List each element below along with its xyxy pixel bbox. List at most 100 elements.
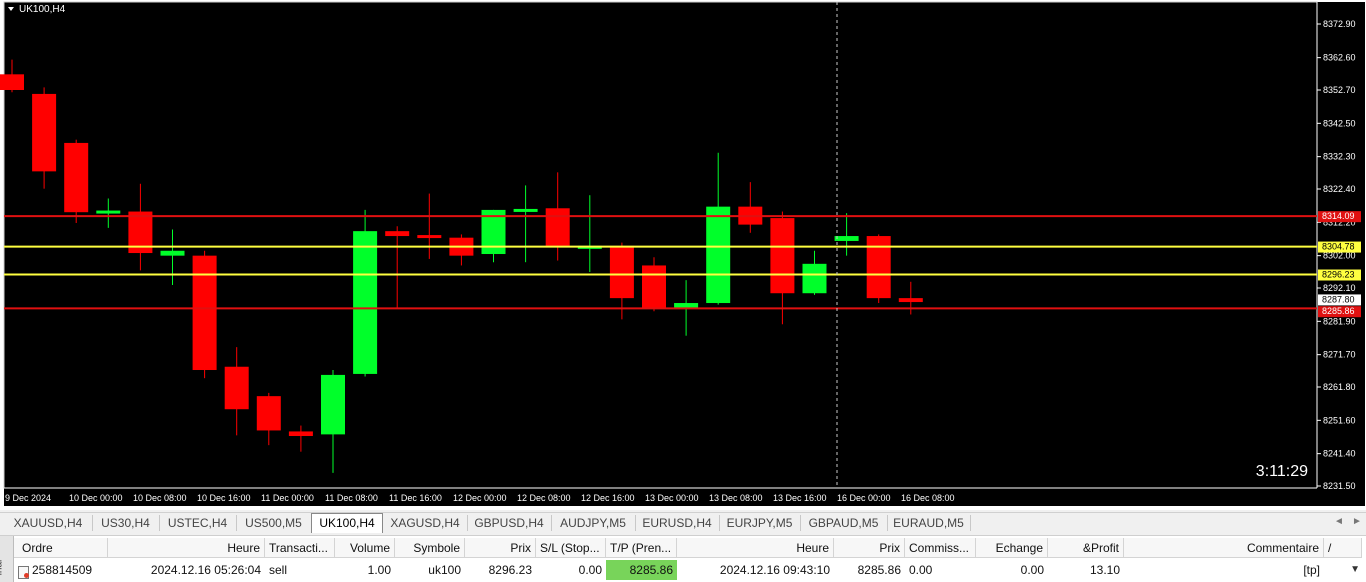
table-cell: 0.00 xyxy=(909,563,933,577)
bear-candle[interactable] xyxy=(64,142,89,213)
time-tick-label: 10 Dec 00:00 xyxy=(69,493,123,503)
level-tag-label: 8296.23 xyxy=(1322,270,1355,280)
bear-candle[interactable] xyxy=(192,255,217,371)
price-tick-label: 8281.90 xyxy=(1323,316,1356,326)
bear-candle[interactable] xyxy=(545,208,570,246)
bull-candle[interactable] xyxy=(674,303,699,308)
table-cell: sell xyxy=(269,563,288,577)
bear-candle[interactable] xyxy=(385,231,410,237)
tab-eurjpy-m5[interactable]: EURJPY,M5 xyxy=(719,515,801,531)
scroll-down-icon[interactable]: ▼ xyxy=(1350,564,1360,575)
tab-audjpy-m5[interactable]: AUDJPY,M5 xyxy=(551,515,636,531)
column-header[interactable]: Prix xyxy=(465,538,536,558)
price-tick-label: 8332.30 xyxy=(1323,152,1356,162)
table-cell: 0.00 xyxy=(1020,563,1044,577)
column-header[interactable]: Heure xyxy=(108,538,265,558)
column-header[interactable]: Symbole xyxy=(395,538,465,558)
bear-candle[interactable] xyxy=(32,93,57,172)
column-header[interactable]: S/L (Stop... xyxy=(536,538,606,558)
tab-xauusd-h4[interactable]: XAUUSD,H4 xyxy=(4,515,93,531)
chart-area[interactable]: 8372.90 8362.60 8352.70 8342.50 8332.30 8322.… xyxy=(0,0,1366,510)
bull-candle[interactable] xyxy=(353,231,378,374)
table-cell: 1.00 xyxy=(367,563,391,577)
tab-us500-m5[interactable]: US500,M5 xyxy=(236,515,312,531)
tab-uk100-h4[interactable]: UK100,H4 xyxy=(311,513,383,533)
bear-candle[interactable] xyxy=(0,74,24,90)
column-header[interactable]: Echange xyxy=(976,538,1048,558)
column-header[interactable]: Prix xyxy=(834,538,905,558)
time-tick-label: 11 Dec 16:00 xyxy=(389,493,442,503)
column-header[interactable]: &Profit xyxy=(1048,538,1124,558)
bull-candle[interactable] xyxy=(160,250,185,256)
price-tick-label: 8372.90 xyxy=(1323,19,1356,29)
time-tick-label: 13 Dec 16:00 xyxy=(773,493,827,503)
time-tick-label: 12 Dec 08:00 xyxy=(517,493,571,503)
price-tick-label: 8231.50 xyxy=(1323,481,1356,491)
tab-us30-h4[interactable]: US30,H4 xyxy=(92,515,160,531)
column-header[interactable]: Heure xyxy=(677,538,834,558)
tab-euraud-m5[interactable]: EURAUD,M5 xyxy=(887,515,971,531)
tab-scroll-left-icon[interactable]: ◄ xyxy=(1334,516,1344,527)
column-header[interactable]: Ordre xyxy=(14,538,108,558)
table-cell: uk100 xyxy=(428,563,461,577)
price-tick-label: 8322.40 xyxy=(1323,184,1356,194)
bull-candle[interactable] xyxy=(706,206,731,304)
price-tick-label: 8292.10 xyxy=(1323,283,1356,293)
table-cell: 13.10 xyxy=(1089,563,1120,577)
bear-candle[interactable] xyxy=(417,235,442,239)
level-tag-label: 8304.78 xyxy=(1322,242,1355,252)
price-tick-label: 8342.50 xyxy=(1323,118,1356,128)
tab-eurusd-h4[interactable]: EURUSD,H4 xyxy=(635,515,720,531)
column-header[interactable]: Commentaire xyxy=(1124,538,1324,558)
tab-ustec-h4[interactable]: USTEC,H4 xyxy=(159,515,237,531)
level-tag-label: 8314.09 xyxy=(1322,211,1355,221)
tab-gbpusd-h4[interactable]: GBPUSD,H4 xyxy=(467,515,552,531)
time-tick-label: 16 Dec 08:00 xyxy=(901,493,955,503)
bull-candle[interactable] xyxy=(321,374,345,435)
time-tick-label: 9 Dec 2024 xyxy=(5,493,51,503)
table-cell: 258814509 xyxy=(32,563,93,577)
bear-candle[interactable] xyxy=(866,236,891,299)
time-tick-label: 13 Dec 00:00 xyxy=(645,493,699,503)
time-tick-label: 16 Dec 00:00 xyxy=(837,493,891,503)
table-cell: 2024.12.16 09:43:10 xyxy=(719,563,830,577)
bull-candle[interactable] xyxy=(834,236,859,241)
order-icon xyxy=(18,566,29,579)
price-tick-label: 8271.70 xyxy=(1323,350,1356,360)
bear-candle[interactable] xyxy=(288,431,313,437)
sort-indicator: / xyxy=(1324,538,1362,558)
bear-candle[interactable] xyxy=(642,265,666,308)
price-tick-label: 8251.60 xyxy=(1323,415,1356,425)
bull-candle[interactable] xyxy=(513,208,538,212)
time-tick-label: 10 Dec 16:00 xyxy=(197,493,251,503)
bear-candle[interactable] xyxy=(770,218,795,294)
bear-candle[interactable] xyxy=(224,366,249,410)
time-tick-label: 10 Dec 08:00 xyxy=(133,493,187,503)
table-cell: 2024.12.16 05:26:04 xyxy=(150,563,261,577)
price-tick-label: 8352.70 xyxy=(1323,85,1356,95)
column-header[interactable]: Volume xyxy=(335,538,395,558)
time-ticks-group: 9 Dec 2024 10 Dec 00:00 10 Dec 08:00 10 Dec… xyxy=(5,493,955,503)
table-cell: 0.00 xyxy=(578,563,602,577)
table-cell: 8296.23 xyxy=(488,563,532,577)
time-tick-label: 11 Dec 00:00 xyxy=(261,493,314,503)
tab-scroll-right-icon[interactable]: ► xyxy=(1352,516,1362,527)
bull-candle[interactable] xyxy=(802,263,827,294)
column-header[interactable]: Transacti... xyxy=(265,538,335,558)
column-header[interactable]: Commiss... xyxy=(905,538,976,558)
price-chart[interactable]: 8372.90 8362.60 8352.70 8342.50 8332.30 8322.… xyxy=(0,0,1366,510)
chart-plot-area xyxy=(3,1,1318,489)
bull-candle[interactable] xyxy=(96,210,121,214)
table-cell: 8285.86 xyxy=(606,560,677,580)
bear-candle[interactable] xyxy=(898,298,923,303)
time-tick-label: 13 Dec 08:00 xyxy=(709,493,763,503)
column-header[interactable]: T/P (Pren... xyxy=(606,538,677,558)
bear-candle[interactable] xyxy=(609,245,634,299)
tab-gbpaud-m5[interactable]: GBPAUD,M5 xyxy=(800,515,888,531)
terminal-side-tab[interactable]: inal xyxy=(0,536,14,582)
time-tick-label: 12 Dec 00:00 xyxy=(453,493,507,503)
time-tick-label: 12 Dec 16:00 xyxy=(581,493,635,503)
tab-xagusd-h4[interactable]: XAGUSD,H4 xyxy=(383,515,468,531)
symbol-label: UK100,H4 xyxy=(19,4,66,15)
bear-candle[interactable] xyxy=(256,396,281,431)
